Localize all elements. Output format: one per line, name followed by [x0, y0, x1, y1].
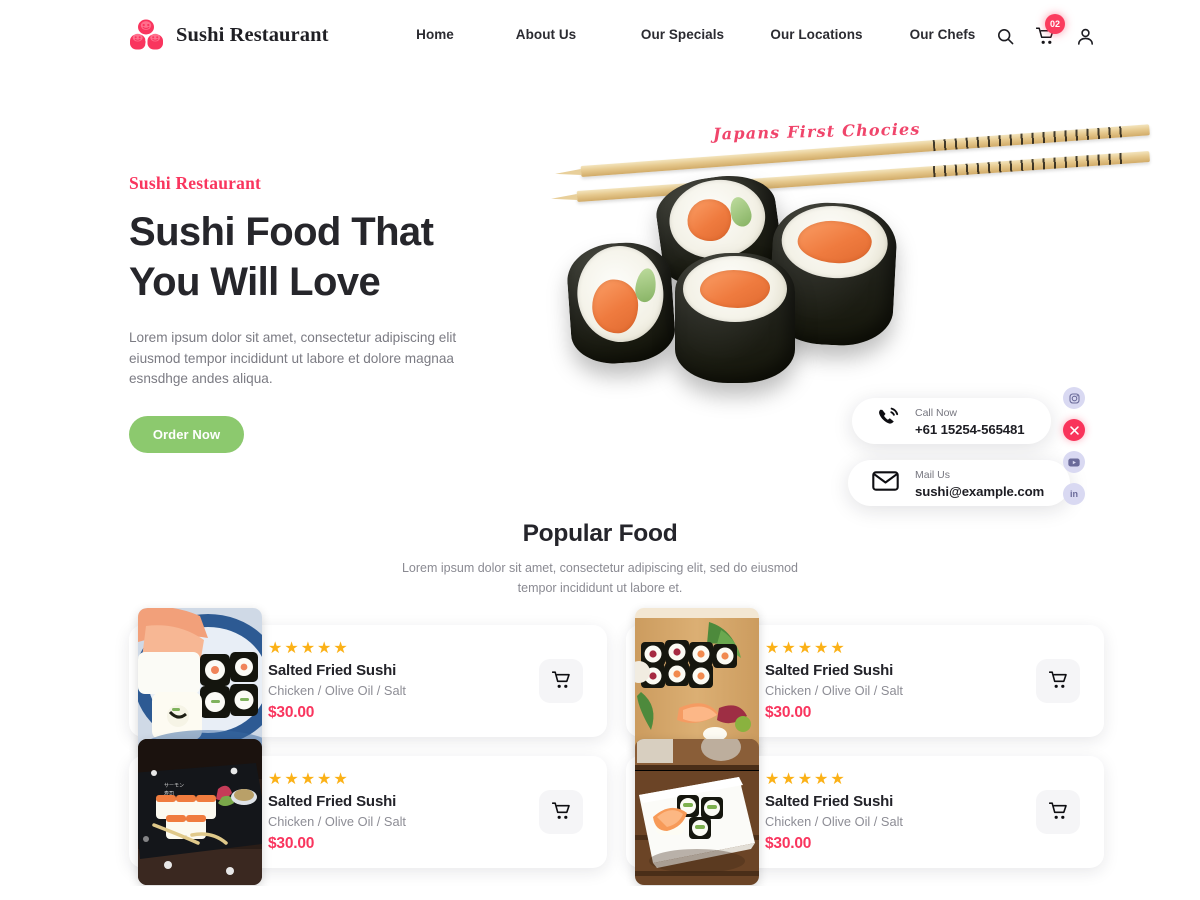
phone-ring-icon: [876, 407, 899, 435]
page-title: Popular Food: [522, 520, 678, 547]
contact-card-email[interactable]: Mail Us sushi@example.com: [848, 460, 1071, 506]
contact-card-phone[interactable]: Call Now +61 15254-565481: [852, 398, 1051, 444]
food-card-body: ★ ★ ★ ★ ★ Salted Fried Sushi Chicken / Olive…: [268, 770, 406, 853]
food-name: Salted Fried Sushi: [268, 792, 397, 810]
cart-icon: [1048, 801, 1068, 823]
hero-title-line-1: Sushi Food That: [129, 210, 434, 254]
food-price: $30.00: [268, 834, 315, 852]
food-ingredients: Chicken / Olive Oil / Salt: [268, 813, 406, 829]
hero-copy: Sushi Restaurant Sushi Food That You Wil…: [129, 173, 549, 453]
cart-icon: [551, 670, 571, 692]
brand-logo-link[interactable]: Sushi Restaurant: [129, 18, 329, 52]
cart-icon: [551, 801, 571, 823]
contact-phone-text: Call Now +61 15254-565481: [915, 403, 1025, 439]
hero-visual: Japans First Chocies Call Now +61 15254-…: [555, 70, 1200, 520]
search-icon[interactable]: [994, 25, 1016, 47]
food-card[interactable]: サーモン 寿司 ★ ★ ★ ★ ★ Salted Fried Sushi Chi…: [129, 739, 607, 885]
food-card-body: ★ ★ ★ ★ ★ Salted Fried Sushi Chicken / Olive…: [765, 639, 903, 722]
add-to-cart-button[interactable]: [539, 790, 583, 834]
sushi-roll-logo-icon: [129, 18, 165, 52]
add-to-cart-button[interactable]: [1036, 659, 1080, 703]
food-name: Salted Fried Sushi: [765, 792, 894, 810]
contact-email-label: Mail Us: [915, 469, 951, 481]
hero-title: Sushi Food That You Will Love: [129, 207, 549, 307]
user-icon[interactable]: [1074, 25, 1096, 47]
x-twitter-icon[interactable]: [1063, 419, 1085, 441]
food-ingredients: Chicken / Olive Oil / Salt: [765, 682, 903, 698]
envelope-icon: [872, 470, 899, 497]
contact-email-text: Mail Us sushi@example.com: [915, 465, 1044, 501]
main-navigation: Home About Us Our Specials Our Locations…: [392, 27, 1003, 42]
hero-eyebrow: Sushi Restaurant: [129, 173, 262, 193]
popular-food-section: Popular Food Lorem ipsum dolor sit amet,…: [0, 520, 1200, 885]
food-name: Salted Fried Sushi: [268, 661, 397, 679]
food-card[interactable]: ★ ★ ★ ★ ★ Salted Fried Sushi Chicken / Olive…: [626, 739, 1104, 885]
page-bottom-edge: [0, 886, 1200, 900]
contact-email-value: sushi@example.com: [915, 484, 1045, 499]
sushi-rolls-illustration: [563, 165, 933, 415]
food-price: $30.00: [765, 834, 812, 852]
nav-item-our-specials[interactable]: Our Specials: [614, 27, 751, 42]
food-card[interactable]: ★ ★ ★ ★ ★ Salted Fried Sushi Chicken / Olive…: [129, 608, 607, 754]
site-header: Sushi Restaurant Home About Us Our Speci…: [0, 0, 1200, 70]
rating-stars: ★ ★ ★ ★ ★: [765, 770, 845, 788]
add-to-cart-button[interactable]: [539, 659, 583, 703]
food-image-sushi-wooden-board: [635, 608, 759, 754]
rating-stars: ★ ★ ★ ★ ★: [268, 770, 348, 788]
svg-text:サーモン: サーモン: [164, 783, 184, 789]
sushi-roll-front: [675, 253, 795, 383]
food-price: $30.00: [268, 703, 315, 721]
instagram-icon[interactable]: [1063, 387, 1085, 409]
linkedin-icon[interactable]: in: [1063, 483, 1085, 505]
section-subtitle: Lorem ipsum dolor sit amet, consectetur …: [401, 561, 799, 595]
hero-section: Sushi Restaurant Sushi Food That You Wil…: [0, 70, 1200, 520]
food-ingredients: Chicken / Olive Oil / Salt: [765, 813, 903, 829]
rating-stars: ★ ★ ★ ★ ★: [765, 639, 845, 657]
food-card-body: ★ ★ ★ ★ ★ Salted Fried Sushi Chicken / Olive…: [268, 639, 406, 722]
add-to-cart-button[interactable]: [1036, 790, 1080, 834]
food-card[interactable]: ★ ★ ★ ★ ★ Salted Fried Sushi Chicken / Olive…: [626, 608, 1104, 754]
nav-item-our-locations[interactable]: Our Locations: [751, 27, 882, 42]
youtube-icon[interactable]: [1063, 451, 1085, 473]
food-image-sushi-plate-blue-china: [138, 608, 262, 754]
cart-badge: 02: [1045, 14, 1065, 34]
header-actions: 02: [994, 14, 1096, 47]
nav-item-our-chefs[interactable]: Our Chefs: [882, 27, 1003, 42]
brand-name: Sushi Restaurant: [176, 23, 329, 46]
sushi-roll-left: [564, 239, 678, 367]
food-image-sushi-dark-slate: サーモン 寿司: [138, 739, 262, 885]
cart-icon[interactable]: 02: [1034, 14, 1065, 47]
nav-item-about-us[interactable]: About Us: [478, 27, 614, 42]
food-card-grid: ★ ★ ★ ★ ★ Salted Fried Sushi Chicken / Olive…: [129, 608, 1104, 885]
order-now-button[interactable]: Order Now: [129, 415, 244, 453]
food-price: $30.00: [765, 703, 812, 721]
food-image-sushi-white-plate-wood: [635, 739, 759, 885]
nav-item-home[interactable]: Home: [392, 27, 478, 42]
contact-phone-value: +61 15254-565481: [915, 422, 1025, 437]
landing-page: Sushi Restaurant Home About Us Our Speci…: [0, 0, 1200, 900]
rating-stars: ★ ★ ★ ★ ★: [268, 639, 348, 657]
hero-title-line-2: You Will Love: [129, 260, 381, 304]
food-name: Salted Fried Sushi: [765, 661, 894, 679]
hero-description: Lorem ipsum dolor sit amet, consectetur …: [129, 330, 457, 386]
food-card-body: ★ ★ ★ ★ ★ Salted Fried Sushi Chicken / Olive…: [765, 770, 903, 853]
food-ingredients: Chicken / Olive Oil / Salt: [268, 682, 406, 698]
cart-icon: [1048, 670, 1068, 692]
contact-phone-label: Call Now: [915, 407, 958, 419]
social-links: in: [1063, 387, 1085, 505]
